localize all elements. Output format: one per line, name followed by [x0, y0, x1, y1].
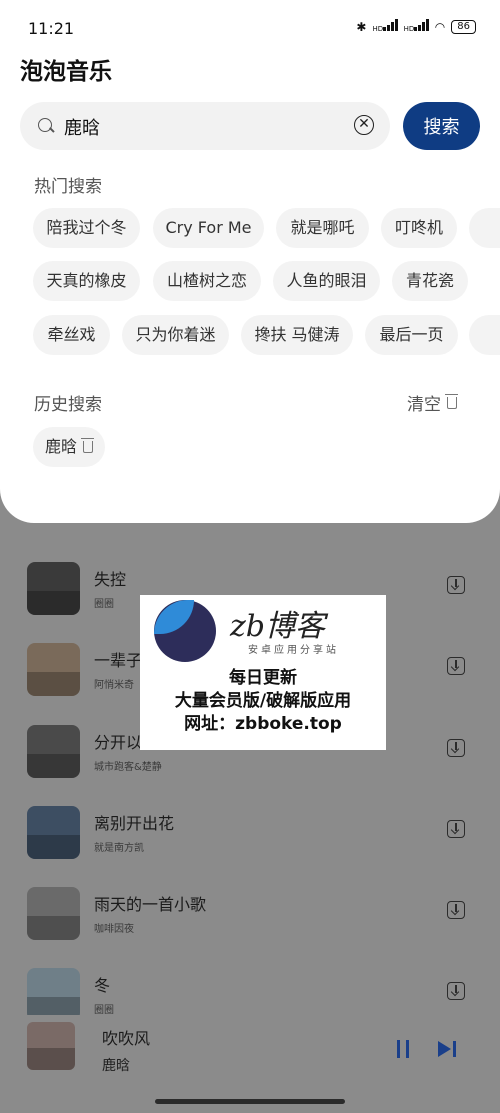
clear-history-button[interactable]: 清空: [407, 390, 458, 415]
song-artist: 阿悄米奇: [94, 680, 134, 691]
player-artist: 鹿晗: [102, 1058, 130, 1074]
watermark-line2: 大量会员版/破解版应用: [174, 691, 352, 711]
player-cover: [27, 1022, 75, 1070]
signal-icon: HD: [404, 19, 429, 34]
search-sheet: 11:21 ✱ HD HD ◠ 86 泡泡音乐 ✕ 搜索 热门搜索 陪我过个冬 …: [0, 0, 500, 523]
pause-icon[interactable]: [394, 1040, 412, 1058]
song-title: 分开以: [94, 733, 143, 752]
history-chip-label: 鹿晗: [44, 437, 77, 456]
song-cover: [27, 887, 80, 940]
song-cover: [27, 806, 80, 859]
song-row[interactable]: 离别开出花 就是南方凯: [0, 806, 500, 886]
hot-search-chip[interactable]: 陪我过个冬: [33, 208, 140, 248]
song-title: 离别开出花: [94, 814, 175, 833]
song-title: 冬: [94, 976, 111, 995]
hot-search-chip[interactable]: 叮咚机: [381, 208, 457, 248]
hot-search-chip[interactable]: [469, 208, 500, 248]
song-row[interactable]: 雨天的一首小歌 咖啡因夜: [0, 887, 500, 967]
song-artist: 咖啡因夜: [94, 924, 134, 935]
hot-search-title: 热门搜索: [34, 177, 102, 197]
skip-next-icon[interactable]: [438, 1040, 458, 1058]
hot-search-chip[interactable]: 人鱼的眼泪: [273, 261, 380, 301]
watermark-line1: 每日更新: [229, 668, 297, 688]
song-cover: [27, 562, 80, 615]
search-button[interactable]: 搜索: [403, 102, 480, 150]
song-cover: [27, 725, 80, 778]
watermark-brand: zb博客: [230, 609, 326, 644]
hot-search-chip[interactable]: 山楂树之恋: [153, 261, 261, 301]
download-icon[interactable]: [447, 657, 465, 675]
download-icon[interactable]: [447, 820, 465, 838]
history-title: 历史搜索: [34, 395, 102, 415]
battery-icon: 86: [451, 19, 476, 34]
status-bar: 11:21 ✱ HD HD ◠ 86: [0, 0, 500, 48]
watermark-banner: zb博客 安卓应用分享站 每日更新 大量会员版/破解版应用 网址：zbboke.…: [140, 595, 386, 750]
song-cover: [27, 968, 80, 1021]
song-artist: 就是南方凯: [94, 843, 144, 854]
close-circle-icon[interactable]: ✕: [354, 115, 374, 135]
song-title: 雨天的一首小歌: [94, 895, 207, 914]
hot-search-chip[interactable]: 牵丝戏: [33, 315, 110, 355]
watermark-line3: 网址：zbboke.top: [184, 714, 342, 734]
song-title: 一辈子: [94, 651, 143, 670]
clear-history-label: 清空: [407, 395, 441, 415]
bluetooth-icon: ✱: [356, 19, 367, 34]
song-artist: 圈圈: [94, 1005, 114, 1016]
download-icon[interactable]: [447, 576, 465, 594]
download-icon[interactable]: [447, 982, 465, 1000]
home-indicator[interactable]: [155, 1099, 345, 1104]
hot-search-chip[interactable]: 青花瓷: [392, 261, 468, 301]
player-title: 吹吹风: [102, 1029, 151, 1048]
song-title: 失控: [94, 570, 127, 589]
history-chip[interactable]: 鹿晗: [33, 427, 105, 467]
status-time: 11:21: [28, 19, 75, 38]
hot-search-chip[interactable]: [469, 315, 500, 355]
hot-search-chip[interactable]: 搀扶 马健涛: [241, 315, 353, 355]
wifi-icon: ◠: [434, 19, 446, 34]
signal-icon: HD: [372, 19, 398, 34]
status-icons: ✱ HD HD ◠ 86: [356, 19, 476, 34]
search-bar[interactable]: ✕: [20, 102, 390, 150]
song-artist: 城市跑客&楚静: [94, 762, 162, 773]
song-cover: [27, 643, 80, 696]
trash-icon[interactable]: [81, 438, 94, 453]
search-input[interactable]: [62, 112, 366, 142]
song-artist: 圈圈: [94, 599, 114, 610]
hot-search-chip[interactable]: 天真的橡皮: [33, 261, 140, 301]
download-icon[interactable]: [447, 739, 465, 757]
watermark-brand-sub: 安卓应用分享站: [248, 645, 339, 656]
hot-search-chip[interactable]: 最后一页: [365, 315, 458, 355]
watermark-logo: [154, 600, 216, 662]
trash-icon: [445, 393, 458, 409]
search-icon: [38, 118, 52, 132]
hot-search-chip[interactable]: 就是哪吒: [276, 208, 369, 248]
hot-search-chip[interactable]: 只为你着迷: [122, 315, 229, 355]
app-title: 泡泡音乐: [20, 59, 112, 85]
download-icon[interactable]: [447, 901, 465, 919]
hot-search-chip[interactable]: Cry For Me: [153, 208, 264, 248]
